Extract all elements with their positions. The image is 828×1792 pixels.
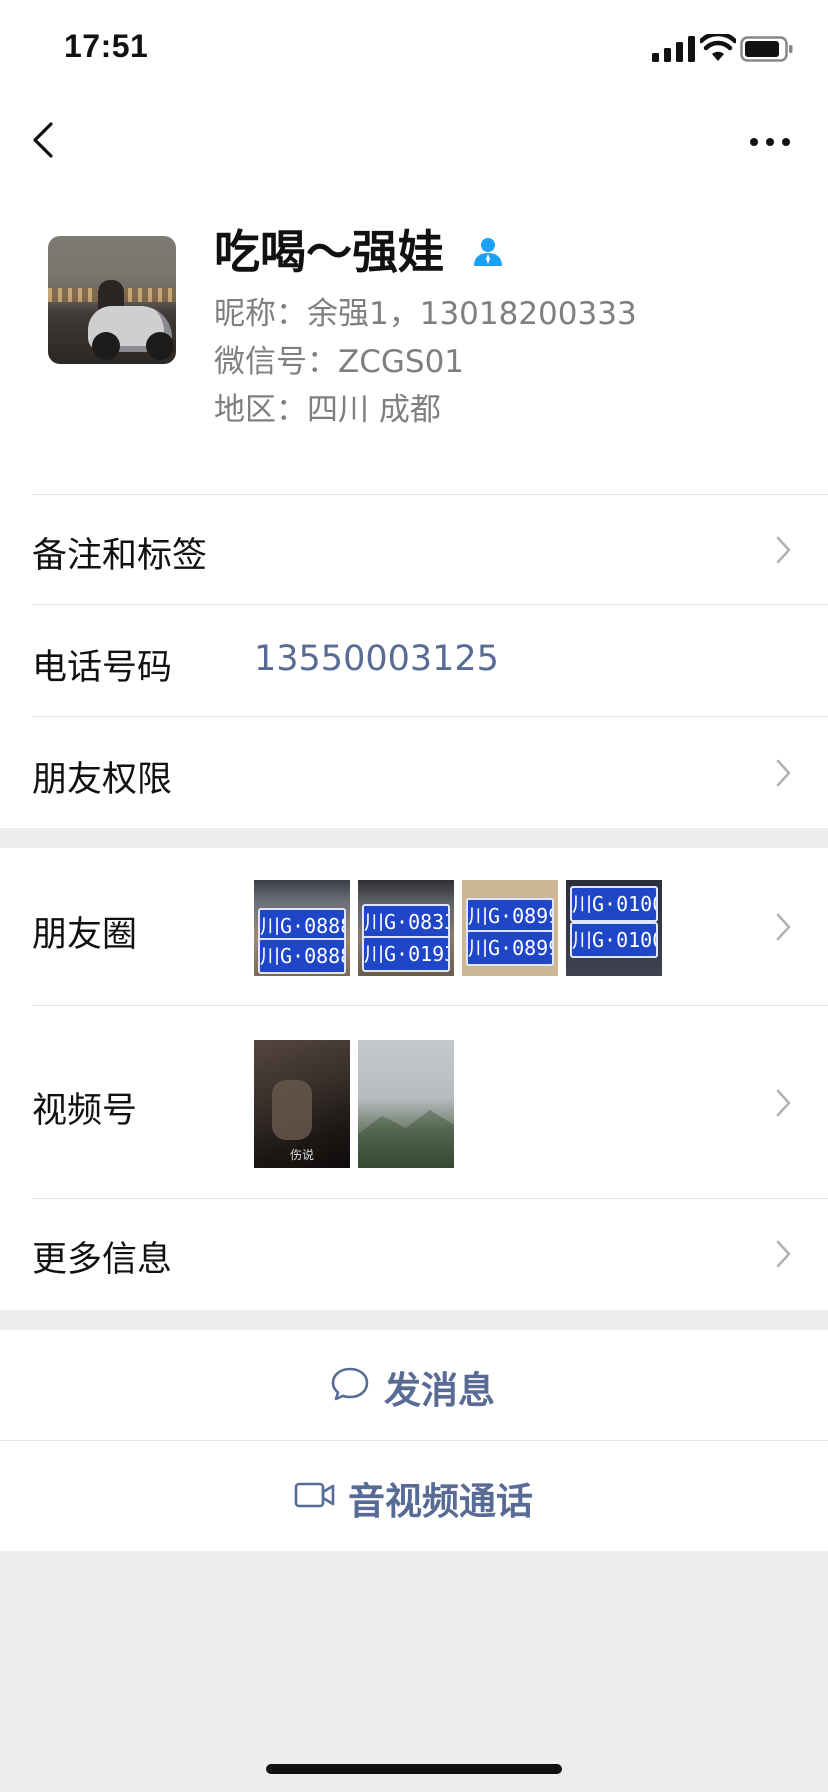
channels-label: 视频号 [32, 1091, 138, 1131]
wechat-id-line: 微信号：ZCGS01 [214, 344, 465, 380]
avatar[interactable] [48, 236, 176, 364]
chevron-right-icon [776, 913, 791, 941]
channels-row[interactable]: 视频号 伤说 [0, 1006, 828, 1199]
contact-person-icon [474, 238, 502, 266]
phone-row: 电话号码 13550003125 [0, 605, 828, 717]
battery-icon [740, 36, 793, 62]
remark-tags-row[interactable]: 备注和标签 [0, 495, 828, 605]
remark-tags-label: 备注和标签 [32, 536, 208, 576]
status-bar: 17:51 [0, 0, 828, 100]
moments-thumbnail: 川G·08998 川G·08998 [462, 880, 558, 976]
friend-permissions-label: 朋友权限 [32, 760, 173, 800]
more-info-row[interactable]: 更多信息 [0, 1199, 828, 1310]
chat-bubble-icon [331, 1367, 369, 1401]
region-line: 地区：四川 成都 [214, 392, 441, 428]
nav-bar [0, 100, 828, 200]
signal-icon [652, 36, 695, 62]
send-message-button[interactable]: 发消息 [0, 1330, 828, 1440]
display-name: 吃喝～强娃 [214, 225, 444, 279]
moments-thumbnail: 川G·08338 川G·01930 [358, 880, 454, 976]
status-time: 17:51 [64, 28, 149, 64]
moments-thumbnail: 川G·08880 川G·08880 [254, 880, 350, 976]
moments-row[interactable]: 朋友圈 川G·08880 川G·08880 川G·08338 川G·01930 … [0, 848, 828, 1006]
back-arrow-icon[interactable] [26, 110, 66, 170]
av-call-button[interactable]: 音视频通话 [0, 1441, 828, 1551]
phone-number-link[interactable]: 13550003125 [254, 639, 499, 679]
more-info-label: 更多信息 [32, 1240, 173, 1280]
friend-permissions-row[interactable]: 朋友权限 [0, 717, 828, 828]
send-message-label: 发消息 [384, 1369, 495, 1412]
chevron-right-icon [776, 536, 791, 564]
video-camera-icon [294, 1482, 335, 1508]
moments-thumbnail: 川G·01001 川G·01001 [566, 880, 662, 976]
channel-video-thumbnail [358, 1040, 454, 1168]
home-indicator[interactable] [266, 1764, 562, 1774]
profile-header: 吃喝～强娃 昵称：余强1，13018200333 微信号：ZCGS01 地区：四… [0, 200, 828, 495]
chevron-right-icon [776, 1089, 791, 1117]
av-call-label: 音视频通话 [348, 1480, 533, 1523]
nickname-line: 昵称：余强1，13018200333 [214, 296, 637, 332]
moments-label: 朋友圈 [32, 915, 138, 955]
chevron-right-icon [776, 759, 791, 787]
more-dots-icon[interactable] [748, 122, 792, 162]
channel-video-thumbnail: 伤说 [254, 1040, 350, 1168]
phone-label: 电话号码 [32, 648, 173, 688]
chevron-right-icon [776, 1240, 791, 1268]
wifi-icon [700, 34, 736, 61]
